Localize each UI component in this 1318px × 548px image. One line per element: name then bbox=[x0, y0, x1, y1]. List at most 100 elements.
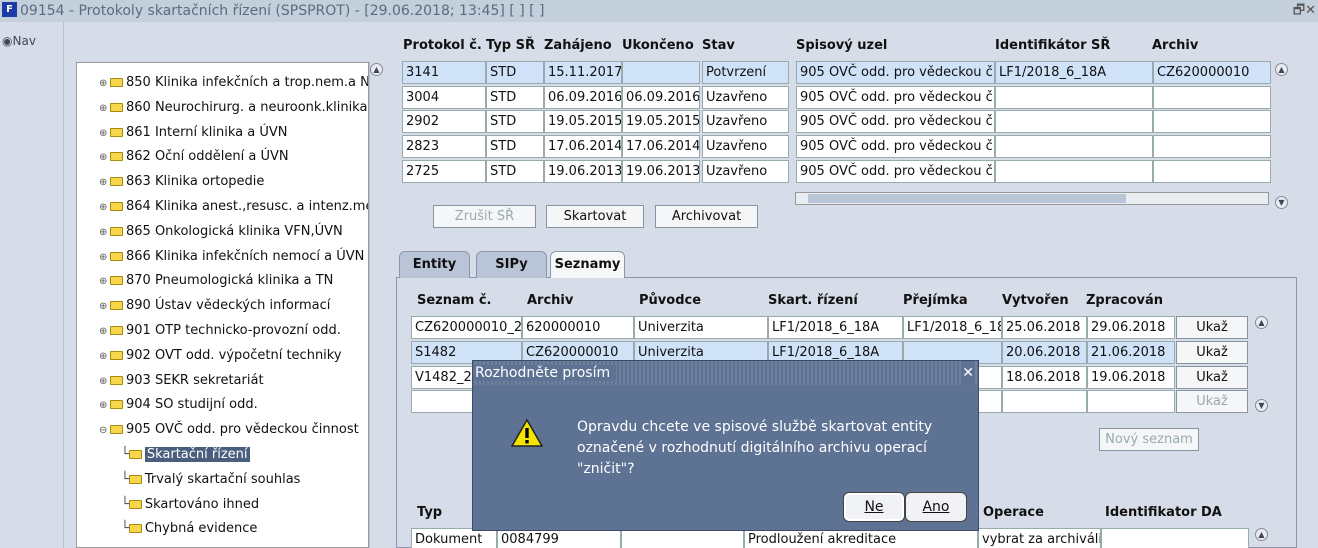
protocol-cell[interactable]: 2823 bbox=[402, 135, 486, 159]
tree-item[interactable]: ⊕ 860 Neurochirurg. a neuroonk.klinika a bbox=[99, 97, 368, 120]
protocol-cell[interactable]: STD bbox=[486, 61, 544, 84]
protocol-cell[interactable]: 3141 bbox=[402, 61, 486, 84]
tree-item[interactable]: ⊕ 863 Klinika ortopedie bbox=[99, 171, 264, 193]
protocol-cell[interactable] bbox=[1153, 110, 1271, 134]
tree-item[interactable]: ⊕ 850 Klinika infekčních a trop.nem.a NE bbox=[99, 72, 368, 94]
tree-scrollbar[interactable]: ▲ bbox=[369, 62, 384, 548]
expand-icon[interactable]: ⊕ bbox=[99, 172, 110, 194]
protocol-cell[interactable]: STD bbox=[486, 159, 544, 183]
tree-item[interactable]: ⊕ 864 Klinika anest.,resusc. a intenz.me bbox=[99, 196, 368, 219]
collapse-icon[interactable]: ⊖ bbox=[99, 420, 110, 442]
entity-operation-cell[interactable]: vybrat za archiválii bbox=[978, 528, 1101, 548]
list-cell[interactable] bbox=[1002, 390, 1087, 414]
entity-number-cell[interactable]: 0084799 bbox=[497, 528, 621, 548]
protocol-cell[interactable]: 19.05.2015 bbox=[544, 110, 622, 134]
tree-child-item[interactable]: └ Chybná evidence bbox=[121, 518, 257, 540]
tree-item[interactable]: ⊖ 905 OVČ odd. pro vědeckou činnost bbox=[99, 419, 359, 441]
entity-scroll-up-icon[interactable]: ▲ bbox=[1255, 528, 1268, 541]
protocol-cell[interactable] bbox=[995, 110, 1153, 134]
expand-icon[interactable]: ⊕ bbox=[99, 247, 110, 269]
protocol-cell[interactable]: LF1/2018_6_18A bbox=[995, 61, 1153, 84]
protocol-cell[interactable]: 2725 bbox=[402, 159, 486, 183]
list-cell[interactable]: LF1/2018_6_18A bbox=[768, 316, 903, 339]
protocol-cell[interactable]: CZ620000010 bbox=[1153, 61, 1271, 84]
protocol-cell[interactable]: Potvrzení bbox=[702, 61, 789, 84]
protocol-cell[interactable]: 905 OVČ odd. pro vědeckou činnost bbox=[796, 110, 995, 134]
list-cell[interactable]: 19.06.2018 bbox=[1087, 365, 1175, 389]
protocol-cell[interactable] bbox=[995, 159, 1153, 183]
tree-item[interactable]: ⊕ 890 Ústav vědeckých informací bbox=[99, 295, 330, 317]
protocol-cell[interactable]: STD bbox=[486, 85, 544, 109]
protocol-cell[interactable]: 905 OVČ odd. pro vědeckou činnost bbox=[796, 61, 995, 84]
protocol-cell[interactable]: 905 OVČ odd. pro vědeckou činnost bbox=[796, 135, 995, 159]
protocol-cell[interactable]: Uzavřeno bbox=[702, 85, 789, 109]
protocol-cell[interactable]: Uzavřeno bbox=[702, 135, 789, 159]
yes-button[interactable]: Ano bbox=[905, 492, 967, 522]
entity-type-cell[interactable]: Dokument bbox=[411, 528, 497, 548]
protocol-cell[interactable]: 19.05.2015 bbox=[622, 110, 700, 134]
expand-icon[interactable]: ⊕ bbox=[99, 147, 110, 169]
expand-icon[interactable]: ⊕ bbox=[99, 197, 110, 219]
scroll-thumb[interactable] bbox=[808, 194, 1126, 203]
list-cell[interactable]: CZ620000010_2 bbox=[411, 316, 522, 339]
protocol-cell[interactable]: Uzavřeno bbox=[702, 159, 789, 183]
list-cell[interactable]: 25.06.2018 bbox=[1002, 316, 1087, 339]
scroll-up-icon[interactable]: ▲ bbox=[370, 63, 383, 76]
protocol-cell[interactable]: 17.06.2014 bbox=[622, 135, 700, 159]
tree-item[interactable]: ⊕ 901 OTP technicko-provozní odd. bbox=[99, 320, 341, 342]
list-cell[interactable]: 620000010 bbox=[522, 316, 634, 339]
tab-sipy[interactable]: SIPy bbox=[476, 251, 547, 278]
protocol-cell[interactable]: 2902 bbox=[402, 110, 486, 134]
dialog-close-icon[interactable]: ✕ bbox=[962, 361, 974, 385]
protocol-cell[interactable]: 06.09.2016 bbox=[544, 85, 622, 109]
protocol-cell[interactable]: 17.06.2014 bbox=[544, 135, 622, 159]
protocol-cell[interactable]: 15.11.2017 bbox=[544, 61, 622, 84]
entity-desc-cell[interactable]: Prodloužení akreditace bbox=[744, 528, 978, 548]
expand-icon[interactable]: ⊕ bbox=[99, 395, 110, 417]
show-button[interactable]: Ukaž bbox=[1176, 340, 1248, 364]
cancel-sr-button[interactable]: Zrušit SŘ bbox=[433, 205, 536, 228]
expand-icon[interactable]: ⊕ bbox=[99, 296, 110, 318]
protocol-scroll-down-icon[interactable]: ▼ bbox=[1275, 196, 1288, 209]
protocol-cell[interactable]: 19.06.2013 bbox=[544, 159, 622, 183]
no-button[interactable]: Ne bbox=[843, 492, 905, 522]
expand-icon[interactable]: ⊕ bbox=[99, 123, 110, 145]
protocol-cell[interactable]: STD bbox=[486, 110, 544, 134]
tree-item[interactable]: ⊕ 902 OVT odd. výpočetní techniky bbox=[99, 345, 342, 367]
expand-icon[interactable]: ⊕ bbox=[99, 98, 110, 120]
tree-item[interactable]: ⊕ 870 Pneumologická klinika a TN bbox=[99, 270, 333, 292]
protocol-cell[interactable]: 06.09.2016 bbox=[622, 85, 700, 109]
tree-item[interactable]: ⊕ 865 Onkologická klinika VFN,ÚVN bbox=[99, 221, 343, 243]
tree-item[interactable]: ⊕ 866 Klinika infekčních nemocí a ÚVN bbox=[99, 246, 364, 268]
protocol-cell[interactable]: Uzavřeno bbox=[702, 110, 789, 134]
entity-empty-cell[interactable] bbox=[621, 528, 744, 548]
protocol-cell[interactable] bbox=[1153, 159, 1271, 183]
shred-button[interactable]: Skartovat bbox=[546, 205, 644, 228]
protocol-cell[interactable] bbox=[995, 85, 1153, 109]
entity-da-id-cell[interactable] bbox=[1101, 528, 1249, 548]
expand-icon[interactable]: ⊕ bbox=[99, 271, 110, 293]
list-cell[interactable]: LF1/2018_6_18A bbox=[903, 316, 1002, 339]
protocol-cell[interactable] bbox=[622, 61, 700, 84]
tree-child-item[interactable]: └ Skartační řízení bbox=[121, 444, 250, 466]
protocol-cell[interactable] bbox=[1153, 135, 1271, 159]
org-tree[interactable]: ⊕ 850 Klinika infekčních a trop.nem.a NE ⊕… bbox=[76, 62, 369, 548]
list-cell[interactable]: 18.06.2018 bbox=[1002, 365, 1087, 389]
archive-button[interactable]: Archivovat bbox=[655, 205, 758, 228]
window-controls[interactable]: 🗗✕ bbox=[1293, 0, 1316, 22]
new-list-button[interactable]: Nový seznam bbox=[1099, 428, 1199, 451]
protocol-cell[interactable]: STD bbox=[486, 135, 544, 159]
tree-child-item[interactable]: └ Skartováno ihned bbox=[121, 494, 259, 516]
protocol-cell[interactable] bbox=[1153, 85, 1271, 109]
list-cell[interactable]: 20.06.2018 bbox=[1002, 340, 1087, 364]
protocol-scroll-up-icon[interactable]: ▲ bbox=[1275, 63, 1288, 76]
expand-icon[interactable]: ⊕ bbox=[99, 346, 110, 368]
tree-item[interactable]: ⊕ 862 Oční oddělení a ÚVN bbox=[99, 146, 289, 168]
show-button[interactable]: Ukaž bbox=[1176, 365, 1248, 389]
list-cell[interactable]: Univerzita bbox=[634, 316, 768, 339]
expand-icon[interactable]: ⊕ bbox=[99, 222, 110, 244]
expand-icon[interactable]: ⊕ bbox=[99, 371, 110, 393]
lists-scroll-down-icon[interactable]: ▼ bbox=[1255, 399, 1268, 412]
protocol-cell[interactable]: 19.06.2013 bbox=[622, 159, 700, 183]
tree-item[interactable]: ⊕ 904 SO studijní odd. bbox=[99, 394, 258, 416]
